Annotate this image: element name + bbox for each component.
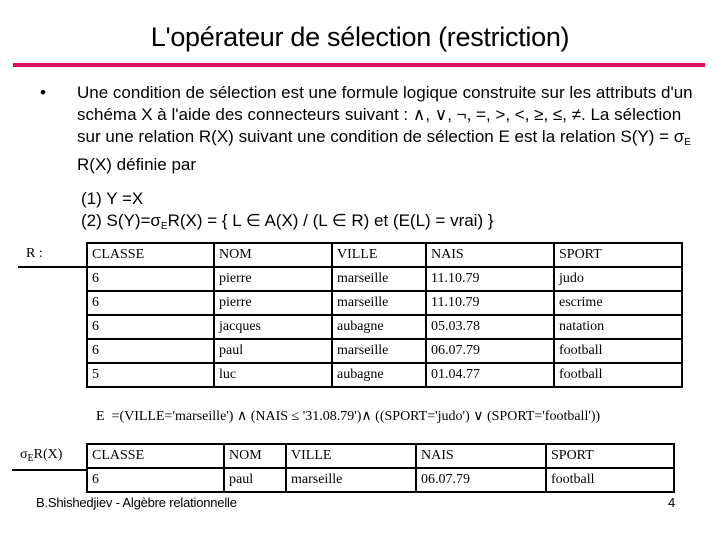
sigma-symbol: σ [20, 447, 28, 462]
cell: 06.07.79 [415, 467, 547, 493]
header-cell: NOM [213, 242, 333, 268]
header-cell: VILLE [331, 242, 427, 268]
definition-line-1: (1) Y =X [81, 189, 144, 208]
table-row: 5 luc aubagne 01.04.77 football [86, 362, 683, 388]
bullet-text-main: Une condition de sélection est une formu… [77, 83, 693, 146]
header-cell: VILLE [285, 443, 417, 469]
cell: aubagne [331, 314, 427, 340]
title-underline [13, 63, 705, 67]
bullet-text-end: R(X) définie par [77, 155, 197, 174]
cell: 5 [86, 362, 215, 388]
header-cell: NAIS [425, 242, 555, 268]
cell: 6 [86, 314, 215, 340]
result-label-rx: R(X) [33, 447, 63, 462]
cell: luc [213, 362, 333, 388]
bullet-marker: • [40, 83, 46, 102]
condition-label: E [96, 409, 105, 424]
cell: pierre [213, 290, 333, 316]
result-label-rule [12, 469, 88, 471]
cell: 6 [86, 266, 215, 292]
relation-r-label-rule [18, 266, 88, 268]
sigma-subscript: E [684, 137, 691, 148]
header-cell: SPORT [545, 443, 675, 469]
bullet-text: Une condition de sélection est une formu… [77, 82, 707, 176]
table-row: 6 pierre marseille 11.10.79 escrime [86, 290, 683, 316]
selection-condition: E =(VILLE='marseille') ∧ (NAIS ≤ '31.08.… [96, 408, 600, 425]
relation-r-label: R : [26, 246, 43, 261]
cell: football [545, 467, 675, 493]
table-row: 6 paul marseille 06.07.79 football [86, 467, 675, 493]
cell: marseille [331, 338, 427, 364]
cell: aubagne [331, 362, 427, 388]
table-row: 6 pierre marseille 11.10.79 judo [86, 266, 683, 292]
cell: 05.03.78 [425, 314, 555, 340]
definition-line-2-b: R(X) = { L ∈ A(X) / (L ∈ R) et (E(L) = v… [167, 211, 494, 230]
table-row: 6 jacques aubagne 05.03.78 natation [86, 314, 683, 340]
cell: 6 [86, 467, 225, 493]
cell: paul [213, 338, 333, 364]
result-relation-label: σER(X) [20, 447, 62, 464]
cell: natation [553, 314, 683, 340]
result-relation-table: CLASSE NOM VILLE NAIS SPORT 6 paul marse… [86, 443, 675, 493]
cell: football [553, 362, 683, 388]
definition-line-2: (2) S(Y)=σER(X) = { L ∈ A(X) / (L ∈ R) e… [81, 211, 494, 232]
header-cell: CLASSE [86, 443, 225, 469]
cell: 6 [86, 338, 215, 364]
cell: marseille [285, 467, 417, 493]
table-header-row: CLASSE NOM VILLE NAIS SPORT [86, 242, 683, 268]
cell: pierre [213, 266, 333, 292]
definition-line-2-a: (2) S(Y)=σ [81, 211, 161, 230]
cell: 6 [86, 290, 215, 316]
header-cell: NOM [223, 443, 287, 469]
header-cell: CLASSE [86, 242, 215, 268]
cell: judo [553, 266, 683, 292]
header-cell: SPORT [553, 242, 683, 268]
table-header-row: CLASSE NOM VILLE NAIS SPORT [86, 443, 675, 469]
sigma-subscript-2: E [160, 221, 168, 232]
cell: marseille [331, 290, 427, 316]
condition-formula: =(VILLE='marseille') ∧ (NAIS ≤ '31.08.79… [111, 409, 601, 424]
relation-r-table: CLASSE NOM VILLE NAIS SPORT 6 pierre mar… [86, 242, 683, 388]
table-row: 6 paul marseille 06.07.79 football [86, 338, 683, 364]
cell: paul [223, 467, 287, 493]
cell: football [553, 338, 683, 364]
cell: 11.10.79 [425, 266, 555, 292]
footer-author: B.Shishedjiev - Algèbre relationnelle [36, 495, 237, 510]
cell: marseille [331, 266, 427, 292]
cell: 06.07.79 [425, 338, 555, 364]
cell: escrime [553, 290, 683, 316]
cell: jacques [213, 314, 333, 340]
cell: 01.04.77 [425, 362, 555, 388]
header-cell: NAIS [415, 443, 547, 469]
page-number: 4 [668, 495, 676, 510]
slide-title: L'opérateur de sélection (restriction) [150, 22, 570, 52]
cell: 11.10.79 [425, 290, 555, 316]
